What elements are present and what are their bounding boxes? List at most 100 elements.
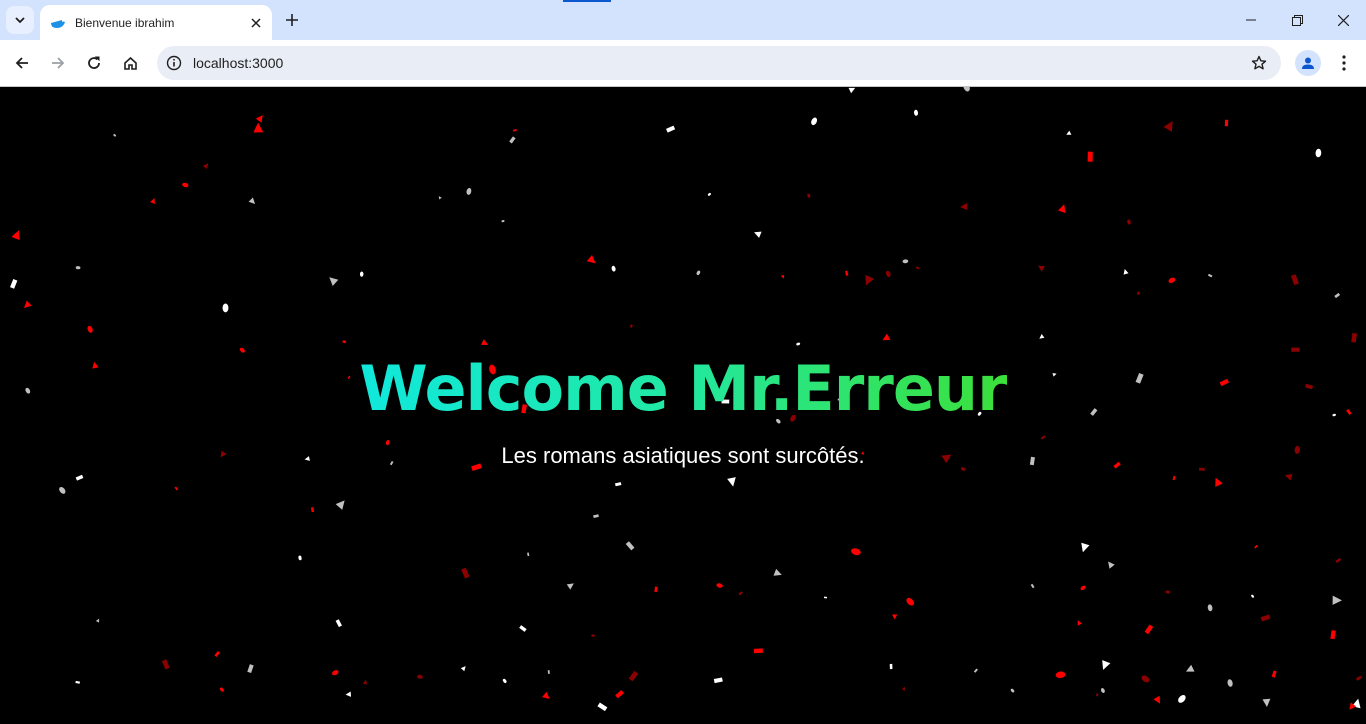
browser-toolbar: localhost:3000 <box>0 40 1366 87</box>
browser-menu-button[interactable] <box>1331 50 1357 76</box>
confetti-piece <box>906 597 914 606</box>
confetti-piece <box>1185 664 1195 672</box>
confetti-piece <box>509 136 516 144</box>
confetti-piece <box>713 677 723 684</box>
tab-search-button[interactable] <box>6 6 34 34</box>
profile-avatar[interactable] <box>1295 50 1321 76</box>
home-button[interactable] <box>117 50 143 76</box>
welcome-heading: Welcome Mr.Erreur <box>0 349 1366 429</box>
confetti-piece <box>501 220 505 223</box>
confetti-piece <box>1038 265 1046 272</box>
confetti-piece <box>1137 291 1140 295</box>
confetti-piece <box>1224 119 1229 127</box>
confetti-piece <box>1096 693 1099 697</box>
url-text[interactable]: localhost:3000 <box>193 55 1245 71</box>
confetti-piece <box>796 342 801 346</box>
confetti-piece <box>329 277 339 286</box>
confetti-piece <box>161 659 170 670</box>
confetti-piece <box>547 670 550 674</box>
confetti-piece <box>1127 219 1131 225</box>
close-window-button[interactable] <box>1320 0 1366 40</box>
confetti-piece <box>727 477 736 487</box>
tab-close-icon[interactable] <box>246 13 266 33</box>
reload-button[interactable] <box>81 50 107 76</box>
confetti-piece <box>182 182 189 188</box>
confetti-piece <box>915 266 920 270</box>
reload-icon <box>88 56 100 69</box>
confetti-piece <box>359 271 364 277</box>
tab-title: Bienvenue ibrahim <box>75 15 175 30</box>
confetti-piece <box>844 270 849 276</box>
confetti-piece <box>222 303 229 313</box>
tab-indicator <box>563 0 611 2</box>
confetti-piece <box>1081 542 1090 553</box>
confetti-piece <box>625 541 635 551</box>
confetti-piece <box>335 619 342 628</box>
confetti-piece <box>753 648 763 654</box>
confetti-piece <box>1332 595 1342 605</box>
bookmark-star-icon[interactable] <box>1245 49 1273 77</box>
confetti-piece <box>75 266 81 270</box>
confetti-piece <box>1260 614 1271 622</box>
address-bar[interactable]: localhost:3000 <box>157 46 1281 80</box>
confetti-piece <box>1215 477 1223 487</box>
chevron-down-icon <box>15 17 25 24</box>
page-viewport: Welcome Mr.Erreur Les romans asiatiques … <box>0 87 1366 724</box>
confetti-piece <box>597 702 608 712</box>
confetti-piece <box>1172 475 1176 481</box>
confetti-piece <box>716 583 723 588</box>
confetti-piece <box>1010 688 1015 693</box>
confetti-piece <box>1254 544 1259 549</box>
restore-icon <box>1291 14 1303 26</box>
confetti-piece <box>973 668 978 673</box>
confetti-piece <box>512 128 517 132</box>
confetti-piece <box>614 482 622 487</box>
confetti-piece <box>310 507 315 513</box>
minimize-button[interactable] <box>1228 0 1274 40</box>
confetti-piece <box>1039 334 1045 339</box>
confetti-piece <box>1315 148 1322 158</box>
confetti-piece <box>848 87 856 94</box>
confetti-piece <box>1227 679 1233 687</box>
new-tab-button[interactable] <box>280 8 304 32</box>
confetti-piece <box>586 255 596 264</box>
confetti-piece <box>1351 332 1358 343</box>
confetti-piece <box>255 115 263 123</box>
restore-button[interactable] <box>1274 0 1320 40</box>
confetti-piece <box>1080 585 1086 591</box>
confetti-piece <box>1251 594 1255 598</box>
confetti-piece <box>696 270 701 276</box>
confetti-piece <box>95 618 100 623</box>
confetti-piece <box>10 279 18 289</box>
confetti-piece <box>502 678 507 684</box>
confetti-piece <box>174 486 179 491</box>
confetti-piece <box>1040 435 1046 440</box>
confetti-piece <box>823 596 828 599</box>
confetti-piece <box>1168 277 1176 283</box>
plus-icon <box>286 14 298 26</box>
confetti-piece <box>913 109 919 116</box>
confetti-piece <box>889 663 893 670</box>
confetti-piece <box>113 134 117 137</box>
forward-button[interactable] <box>45 50 71 76</box>
confetti-piece <box>1102 660 1111 670</box>
confetti-piece <box>335 500 345 510</box>
confetti-piece <box>593 514 599 518</box>
confetti-piece <box>1057 204 1066 214</box>
confetti-piece <box>566 583 574 590</box>
site-info-icon[interactable] <box>165 54 183 72</box>
confetti-piece <box>1335 557 1342 564</box>
back-button[interactable] <box>9 50 35 76</box>
confetti-piece <box>214 650 221 658</box>
confetti-piece <box>519 625 527 632</box>
docker-whale-icon <box>50 15 66 31</box>
confetti-piece <box>738 591 743 596</box>
arrow-right-icon <box>52 57 65 69</box>
person-icon <box>1302 57 1314 69</box>
confetti-piece <box>202 163 209 170</box>
browser-tab[interactable]: Bienvenue ibrahim <box>40 5 272 40</box>
confetti-piece <box>901 686 906 691</box>
confetti-piece <box>1207 273 1213 278</box>
confetti-piece <box>75 680 81 684</box>
confetti-piece <box>882 333 891 341</box>
